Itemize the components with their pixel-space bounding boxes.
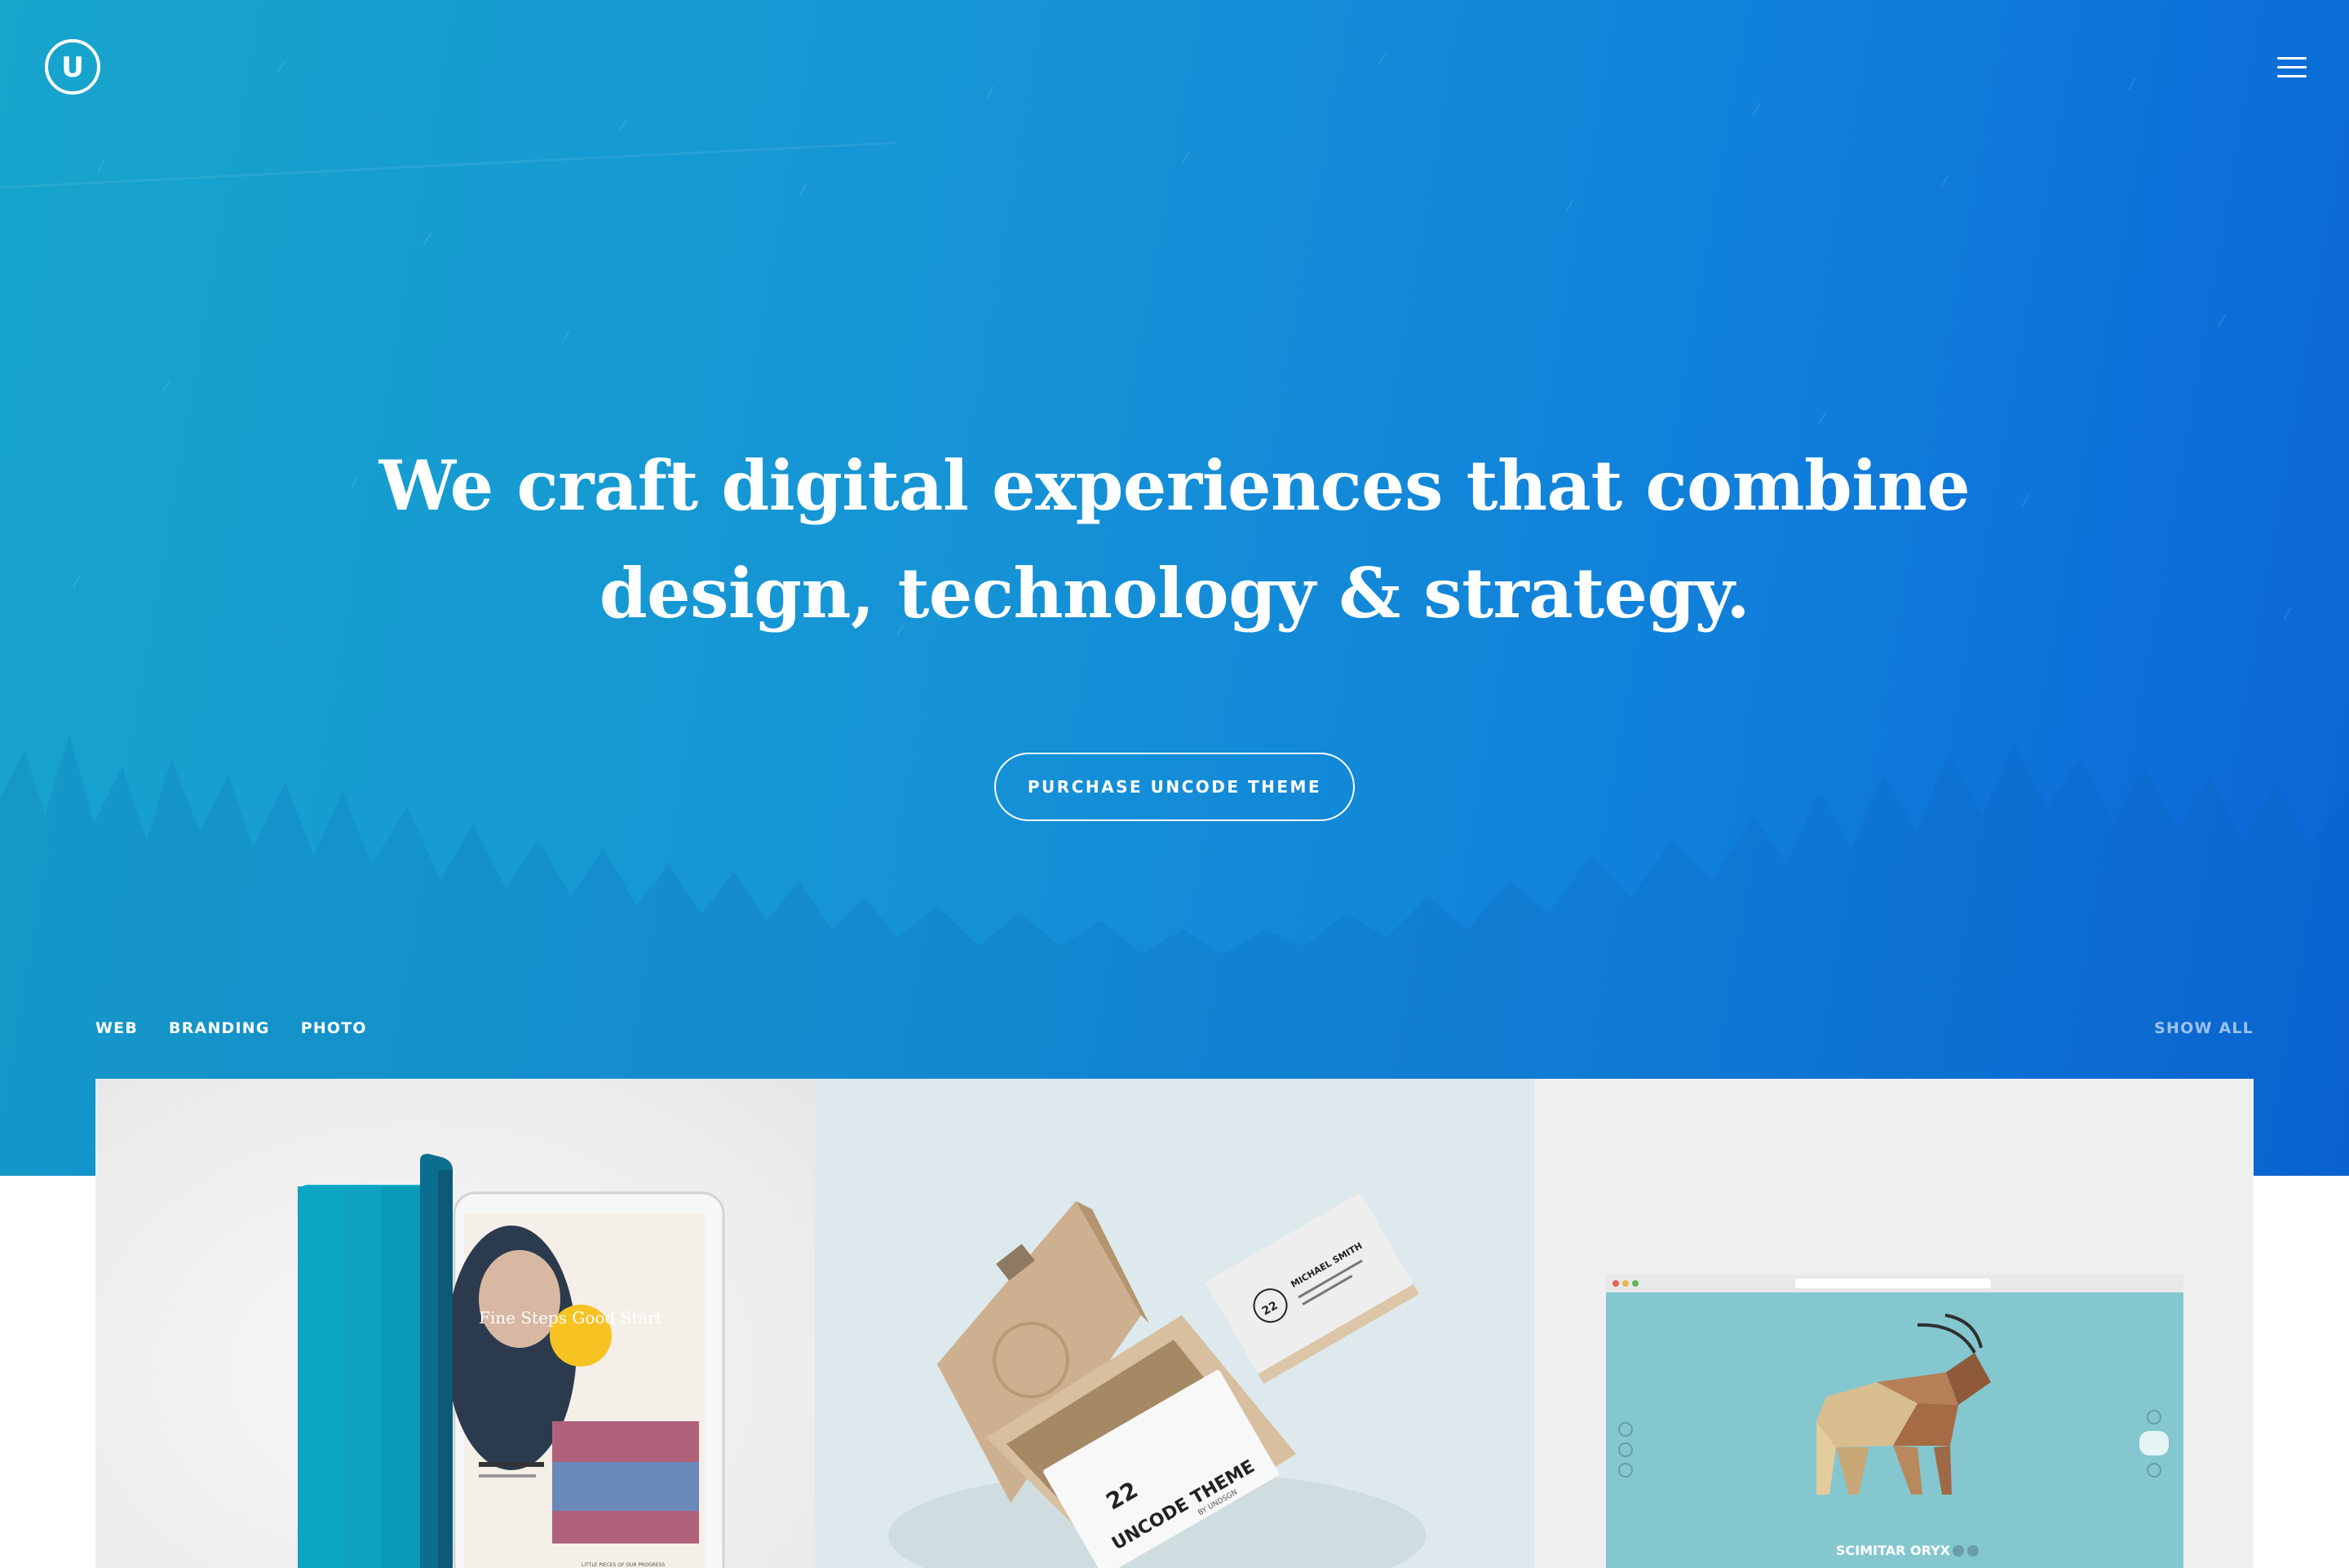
filter-web[interactable]: WEB (95, 1019, 138, 1037)
portfolio-item-business-cards[interactable]: 22 UNCODE THEME BY UNDSGN 22 MICHAEL SMI… (815, 1079, 1534, 1568)
filter-branding[interactable]: BRANDING (169, 1019, 270, 1037)
uncode-logo-icon[interactable]: U (45, 39, 100, 95)
headline-line-2: design, technology & strategy. (599, 553, 1750, 634)
portfolio-filters: WEB BRANDING PHOTO (95, 1019, 367, 1037)
business-cards-mockup-image: 22 UNCODE THEME BY UNDSGN 22 MICHAEL SMI… (888, 1193, 1427, 1568)
tablet-screen-note: LITTLE PIECES OF OUR PROGRESS (582, 1562, 665, 1568)
hamburger-menu-icon[interactable] (2277, 57, 2307, 78)
browser-mockup-image: SCIMITAR ORYX (1606, 1274, 2183, 1568)
portfolio-item-tablet[interactable]: Fine Steps Good Start LITTLE PIECES OF O… (95, 1079, 815, 1568)
purchase-theme-button[interactable]: PURCHASE UNCODE THEME (994, 753, 1355, 821)
browser-site-caption: SCIMITAR ORYX (1836, 1543, 1951, 1558)
hero-section: U We craft digital experiences that comb… (0, 0, 2349, 1176)
filter-photo[interactable]: PHOTO (301, 1019, 367, 1037)
hero-headline: We craft digital experiences that combin… (0, 432, 2349, 647)
show-all-filter[interactable]: SHOW ALL (2154, 1019, 2254, 1037)
headline-line-1: We craft digital experiences that combin… (378, 445, 1971, 526)
logo-letter: U (61, 51, 84, 84)
portfolio-item-browser[interactable]: SCIMITAR ORYX (1534, 1079, 2254, 1568)
tablet-mockup-image: Fine Steps Good Start LITTLE PIECES OF O… (298, 1154, 725, 1568)
portfolio-grid: Fine Steps Good Start LITTLE PIECES OF O… (95, 1079, 2254, 1568)
tablet-screen-heading: Fine Steps Good Start (479, 1308, 662, 1327)
